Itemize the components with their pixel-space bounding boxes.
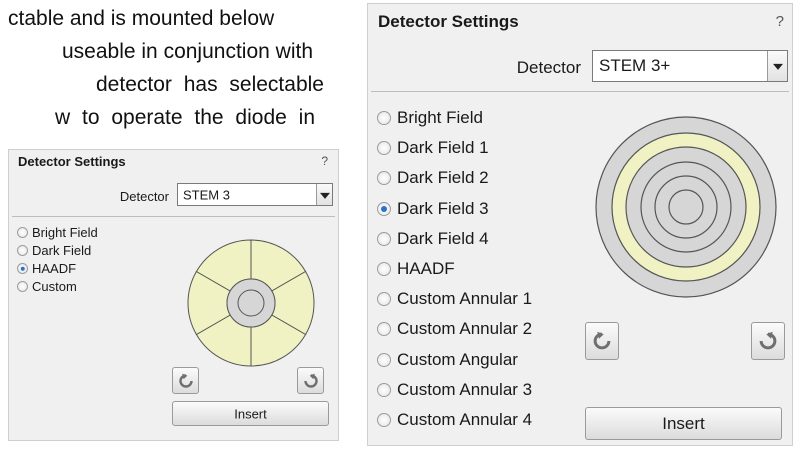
insert-button[interactable]: Insert <box>585 407 782 440</box>
radio-button[interactable] <box>377 111 391 125</box>
radio-option-label: Custom Angular <box>397 349 518 369</box>
detector-select-value: STEM 3 <box>183 187 230 202</box>
radio-option[interactable]: Bright Field <box>17 225 98 240</box>
doc-line-2: useable in conjunction with <box>62 40 313 63</box>
radio-option[interactable]: Custom Annular 1 <box>377 289 532 309</box>
radio-button[interactable] <box>377 141 391 156</box>
radio-option-label: Custom <box>32 279 77 294</box>
detector-settings-panel-large: Detector Settings ? Detector STEM 3+ Bri… <box>367 3 793 446</box>
detector-select-value: STEM 3+ <box>599 56 671 75</box>
detector-select[interactable]: STEM 3+ <box>592 50 788 82</box>
help-icon[interactable]: ? <box>321 154 328 168</box>
radio-option[interactable]: Custom Annular 4 <box>377 410 532 430</box>
insert-button-label: Insert <box>662 413 705 433</box>
center-disc[interactable] <box>237 289 265 317</box>
chevron-down-icon[interactable] <box>316 184 332 205</box>
rotate-left-button[interactable] <box>172 367 199 394</box>
radio-option[interactable]: Custom Annular 3 <box>377 380 532 400</box>
radio-option[interactable]: Dark Field 3 <box>377 199 489 219</box>
radio-button[interactable] <box>17 245 28 256</box>
radio-option[interactable]: HAADF <box>377 259 455 279</box>
radio-option-label: Dark Field 4 <box>397 228 489 248</box>
radio-option[interactable]: Dark Field 1 <box>377 138 489 158</box>
radio-option-label: HAADF <box>397 259 455 278</box>
radio-option-label: Dark Field 1 <box>397 138 489 158</box>
radio-option-label: Bright Field <box>397 108 483 127</box>
radio-button[interactable] <box>377 382 391 397</box>
detector-settings-panel-small: Detector Settings ? Detector STEM 3 Brig… <box>8 149 339 441</box>
radio-option-label: HAADF <box>32 261 77 276</box>
radio-option[interactable]: Dark Field <box>17 243 91 258</box>
divider <box>12 216 335 217</box>
detector-label: Detector <box>516 58 581 77</box>
radio-button[interactable] <box>377 292 391 307</box>
radio-option-label: Custom Annular 1 <box>397 289 533 309</box>
rotate-counterclockwise-icon <box>593 331 611 350</box>
radio-option-label: Custom Annular 4 <box>397 410 533 429</box>
rotate-clockwise-icon <box>759 331 777 350</box>
detector-label: Detector <box>119 189 169 204</box>
rotate-counterclockwise-icon <box>178 373 193 388</box>
radio-option[interactable]: Dark Field 4 <box>377 229 489 249</box>
rotate-clockwise-icon <box>303 373 318 388</box>
help-icon[interactable]: ? <box>776 13 784 30</box>
radio-option-label: Dark Field 2 <box>397 168 489 188</box>
panel-title: Detector Settings <box>18 154 126 169</box>
radio-button[interactable] <box>377 231 391 246</box>
radio-option[interactable]: HAADF <box>17 261 76 276</box>
panel-title: Detector Settings <box>378 12 519 31</box>
insert-button[interactable]: Insert <box>172 401 329 426</box>
radio-option-label: Dark Field <box>32 243 92 258</box>
radio-option[interactable]: Custom <box>17 279 77 294</box>
radio-button-selected[interactable] <box>17 263 28 274</box>
chevron-down-icon[interactable] <box>767 51 787 81</box>
radio-option[interactable]: Custom Annular 2 <box>377 319 532 339</box>
radio-button[interactable] <box>17 281 28 292</box>
radio-button-selected[interactable] <box>377 201 391 216</box>
insert-button-label: Insert <box>234 406 267 421</box>
rotate-right-button[interactable] <box>751 322 785 360</box>
detector-select[interactable]: STEM 3 <box>177 183 333 206</box>
radio-button[interactable] <box>377 171 391 186</box>
detector-ring-diagram[interactable] <box>594 115 778 299</box>
radio-option-label: Custom Annular 2 <box>397 319 533 339</box>
radio-button[interactable] <box>377 322 391 337</box>
radio-option-label: Dark Field 3 <box>397 198 489 218</box>
divider <box>371 91 789 92</box>
radio-option[interactable]: Dark Field 2 <box>377 168 489 188</box>
doc-line-1: ctable and is mounted below <box>8 7 275 30</box>
rotate-left-button[interactable] <box>585 322 619 360</box>
doc-line-3: detector has selectable <box>96 73 324 96</box>
detector-segment-diagram[interactable] <box>186 238 316 368</box>
radio-button[interactable] <box>17 227 28 238</box>
detector-ring[interactable] <box>668 189 704 225</box>
rotate-right-button[interactable] <box>297 367 324 394</box>
radio-option-label: Bright Field <box>32 225 98 240</box>
radio-button[interactable] <box>377 262 391 276</box>
radio-button[interactable] <box>377 352 391 367</box>
radio-option[interactable]: Bright Field <box>377 108 483 128</box>
radio-button[interactable] <box>377 413 391 427</box>
radio-option[interactable]: Custom Angular <box>377 350 518 370</box>
doc-line-4: w to operate the diode in <box>55 106 315 129</box>
radio-option-label: Custom Annular 3 <box>397 379 533 399</box>
